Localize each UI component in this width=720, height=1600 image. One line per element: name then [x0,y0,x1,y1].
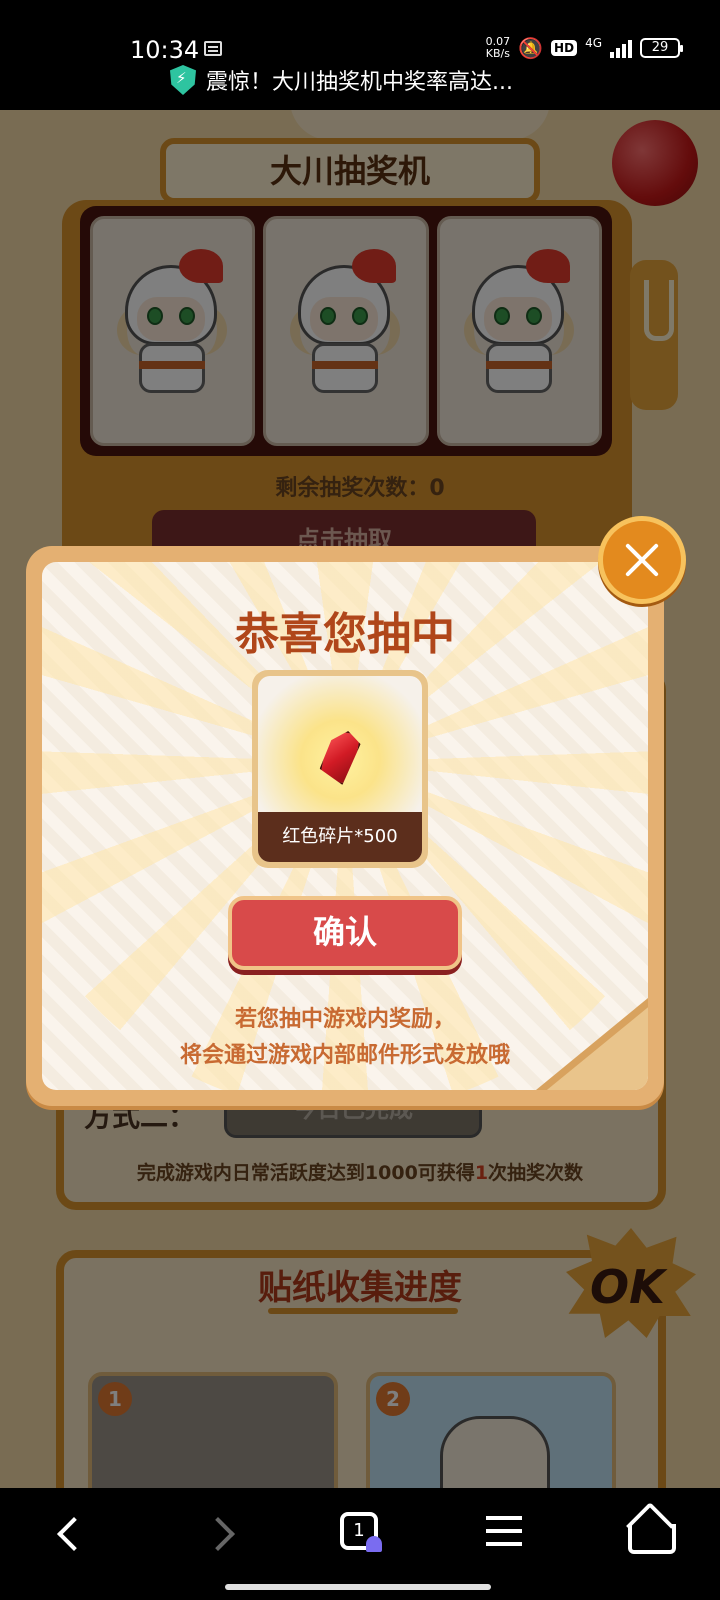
gesture-bar[interactable] [225,1584,491,1590]
chevron-left-icon [57,1517,91,1551]
forward-button[interactable] [180,1502,252,1566]
prize-dialog: 恭喜您抽中 红色碎片*500 确认 若您抽中游戏内奖励， 将会通过游戏内部邮件形… [26,546,664,1106]
note-line-2: 将会通过游戏内部邮件形式发放哦 [179,1043,510,1068]
prize-card: 红色碎片*500 [252,670,428,868]
net-speed: 0.07 KB/s [486,36,511,60]
prize-dialog-panel: 恭喜您抽中 红色碎片*500 确认 若您抽中游戏内奖励， 将会通过游戏内部邮件形… [42,562,648,1090]
confirm-button[interactable]: 确认 [228,896,462,970]
mute-bell-icon: 🔕 [518,36,544,60]
dialog-note: 若您抽中游戏内奖励， 将会通过游戏内部邮件形式发放哦 [42,1002,648,1074]
home-icon [626,1506,676,1554]
note-line-1: 若您抽中游戏内奖励， [234,1007,455,1032]
status-bar: 10:34 0.07 KB/s 🔕 HD 4G 29 震惊！大川抽奖机中奖率高达… [0,0,720,110]
gem-icon [318,727,363,786]
status-indicators: 0.07 KB/s 🔕 HD 4G 29 [486,36,683,60]
prize-card-inner: 红色碎片*500 [258,676,422,862]
hd-badge: HD [551,40,578,56]
battery-icon: 29 [640,38,683,58]
net-speed-unit: KB/s [485,47,510,60]
notification-ticker: 震惊！大川抽奖机中奖率高达... [170,64,513,96]
back-button[interactable] [36,1502,108,1566]
network-type: 4G [585,36,602,50]
prize-label: 红色碎片*500 [258,812,422,862]
incognito-ghost-icon [366,1536,382,1552]
notification-news-icon [204,41,222,56]
shield-icon [170,65,196,95]
close-button[interactable] [598,516,686,604]
chevron-right-icon [201,1517,235,1551]
close-icon [622,540,662,580]
status-time: 10:34 [130,36,200,64]
home-button[interactable] [612,1502,684,1566]
signal-icon [610,38,632,58]
hamburger-icon [486,1516,522,1546]
menu-button[interactable] [468,1502,540,1566]
tabs-button[interactable]: 1 [324,1502,396,1566]
dialog-title: 恭喜您抽中 [235,609,455,660]
ticker-text: 震惊！大川抽奖机中奖率高达... [206,70,513,95]
